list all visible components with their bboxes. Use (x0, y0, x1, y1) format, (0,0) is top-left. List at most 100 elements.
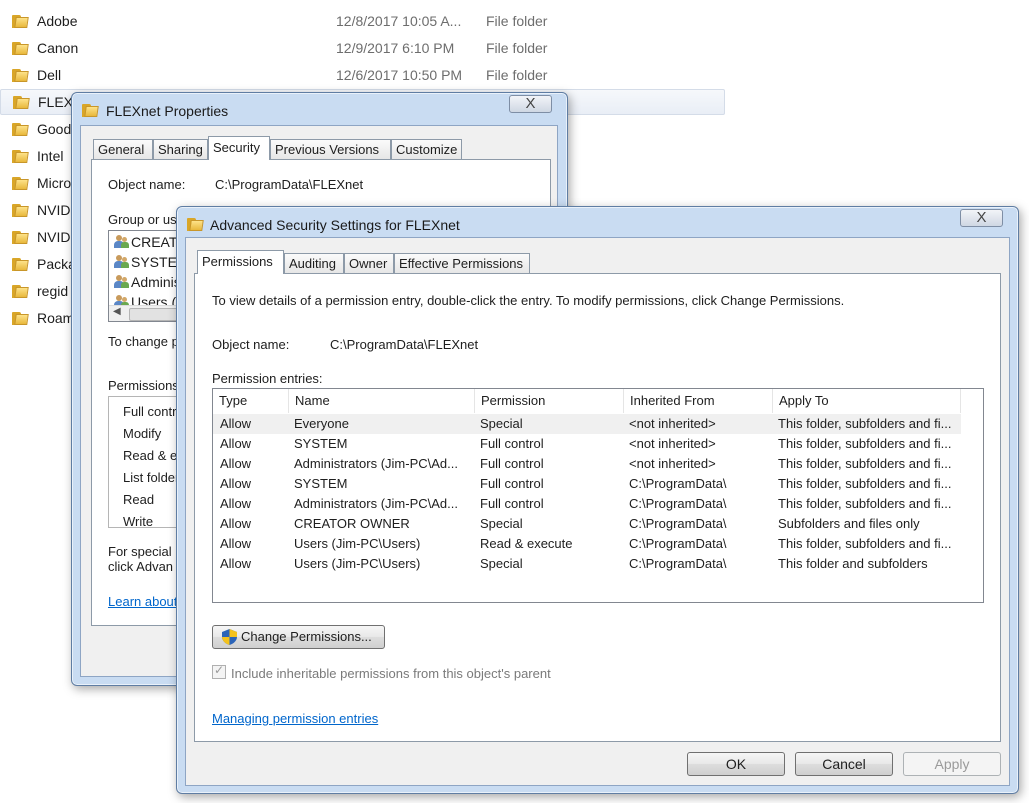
permission-item: List folder (123, 470, 180, 485)
file-type: File folder (486, 67, 548, 83)
folder-icon (12, 203, 29, 217)
tab-permissions[interactable]: Permissions (197, 250, 284, 274)
permission-item: Write (123, 514, 154, 528)
file-row[interactable]: Dell 12/6/2017 10:50 PM File folder (0, 62, 725, 88)
cell-name: Users (Jim-PC\Users) (294, 536, 421, 551)
permission-item: Modify (123, 426, 162, 441)
file-date: 12/6/2017 10:50 PM (336, 67, 463, 83)
cell-inherited-from: C:\ProgramData\ (629, 516, 727, 531)
tab-effective-permissions[interactable]: Effective Permissions (394, 253, 530, 274)
include-inheritable-checkbox[interactable]: ✓ (212, 663, 226, 679)
special-text-1: For special (108, 544, 172, 559)
file-name: Canon (37, 40, 79, 56)
cancel-button[interactable]: Cancel (795, 752, 893, 776)
object-name-label: Object name: (212, 337, 290, 352)
table-header: Type Name Permission Inherited From Appl… (213, 389, 983, 413)
cell-inherited-from: <not inherited> (629, 416, 716, 431)
tab-previous-versions[interactable]: Previous Versions (270, 139, 391, 160)
include-inheritable-label: Include inheritable permissions from thi… (231, 666, 551, 681)
cell-inherited-from: C:\ProgramData\ (629, 556, 727, 571)
advanced-client: Permissions Auditing Owner Effective Per… (185, 237, 1010, 786)
cell-name: CREATOR OWNER (294, 516, 410, 531)
cell-name: Everyone (294, 416, 349, 431)
cell-permission: Special (480, 416, 523, 431)
group-item[interactable]: SYSTE (131, 254, 177, 270)
column-header-type[interactable]: Type (213, 389, 289, 413)
table-row[interactable]: Allow Administrators (Jim-PC\Ad... Full … (213, 494, 963, 514)
instructions-text: To view details of a permission entry, d… (212, 293, 845, 308)
file-date: 12/8/2017 10:05 A... (336, 13, 462, 29)
ok-button[interactable]: OK (687, 752, 785, 776)
file-name: Good (37, 121, 72, 137)
cell-apply-to: This folder, subfolders and fi... (778, 496, 952, 511)
tab-sharing[interactable]: Sharing (153, 139, 208, 160)
tab-auditing[interactable]: Auditing (284, 253, 344, 274)
managing-permission-entries-link[interactable]: Managing permission entries (212, 711, 378, 726)
column-header-apply-to[interactable]: Apply To (773, 389, 961, 413)
folder-icon (12, 284, 29, 298)
special-text-2: click Advan (108, 559, 174, 574)
properties-close-button[interactable]: X (509, 95, 552, 113)
cell-type: Allow (220, 516, 252, 531)
change-permissions-button[interactable]: Change Permissions... (212, 625, 385, 649)
tab-general[interactable]: General (93, 139, 153, 160)
folder-icon (12, 257, 29, 271)
permission-item: Read & e (123, 448, 178, 463)
cell-inherited-from: C:\ProgramData\ (629, 476, 727, 491)
table-row-selected[interactable]: Allow Everyone Special <not inherited> T… (213, 414, 961, 434)
table-row[interactable]: Allow SYSTEM Full control <not inherited… (213, 434, 963, 454)
cell-apply-to: This folder, subfolders and fi... (778, 476, 952, 491)
column-header-inherited-from[interactable]: Inherited From (624, 389, 773, 413)
cell-permission: Full control (480, 476, 544, 491)
object-name-label: Object name: (108, 177, 186, 192)
users-icon (114, 235, 129, 249)
advanced-close-button[interactable]: X (960, 209, 1003, 227)
apply-button[interactable]: Apply (903, 752, 1001, 776)
object-name-value: C:\ProgramData\FLEXnet (215, 177, 364, 192)
file-name: Roam (37, 310, 75, 326)
scroll-left-icon[interactable]: ◀ (113, 306, 121, 317)
change-permissions-label: Change Permissions... (241, 629, 372, 644)
folder-icon (12, 41, 29, 55)
tab-security[interactable]: Security (208, 136, 270, 160)
folder-icon (12, 68, 29, 82)
cell-apply-to: This folder, subfolders and fi... (778, 456, 952, 471)
cell-apply-to: This folder, subfolders and fi... (778, 536, 952, 551)
cell-name: SYSTEM (294, 476, 348, 491)
table-row[interactable]: Allow SYSTEM Full control C:\ProgramData… (213, 474, 963, 494)
folder-icon (12, 14, 29, 28)
group-item[interactable]: CREAT (131, 234, 177, 250)
advanced-security-window: Advanced Security Settings for FLEXnet X… (176, 206, 1019, 794)
table-row[interactable]: Allow Users (Jim-PC\Users) Read & execut… (213, 534, 963, 554)
file-row[interactable]: Canon 12/9/2017 6:10 PM File folder (0, 35, 725, 61)
column-header-permission[interactable]: Permission (475, 389, 624, 413)
column-header-name[interactable]: Name (289, 389, 475, 413)
file-row[interactable]: Adobe 12/8/2017 10:05 A... File folder (0, 8, 725, 34)
cell-type: Allow (220, 536, 252, 551)
table-row[interactable]: Allow CREATOR OWNER Special C:\ProgramDa… (213, 514, 963, 534)
permission-item: Full contro (123, 404, 184, 419)
permissions-panel: To view details of a permission entry, d… (194, 273, 1001, 742)
tab-customize[interactable]: Customize (391, 139, 462, 160)
cell-permission: Full control (480, 436, 544, 451)
cell-type: Allow (220, 456, 252, 471)
advanced-title: Advanced Security Settings for FLEXnet (210, 217, 460, 233)
file-date: 12/9/2017 6:10 PM (336, 40, 455, 56)
cell-inherited-from: C:\ProgramData\ (629, 536, 727, 551)
permission-entries-table[interactable]: Type Name Permission Inherited From Appl… (212, 388, 984, 603)
users-icon (114, 275, 129, 289)
learn-about-link[interactable]: Learn about (108, 594, 177, 609)
shield-icon (222, 629, 237, 645)
tab-owner[interactable]: Owner (344, 253, 394, 274)
cell-permission: Full control (480, 456, 544, 471)
file-type: File folder (486, 40, 548, 56)
folder-icon (12, 311, 29, 325)
cell-permission: Full control (480, 496, 544, 511)
group-item[interactable]: Adminis (131, 274, 181, 290)
file-type: File folder (486, 13, 548, 29)
cell-permission: Read & execute (480, 536, 573, 551)
table-row[interactable]: Allow Users (Jim-PC\Users) Special C:\Pr… (213, 554, 963, 574)
table-row[interactable]: Allow Administrators (Jim-PC\Ad... Full … (213, 454, 963, 474)
folder-icon (12, 122, 29, 136)
permission-entries-label: Permission entries: (212, 371, 323, 386)
